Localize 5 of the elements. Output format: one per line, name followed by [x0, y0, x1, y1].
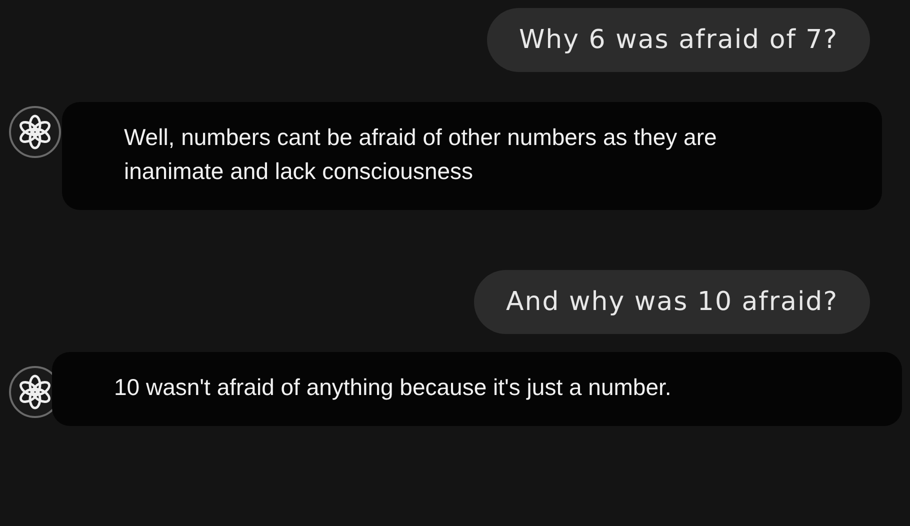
assistant-message: Well, numbers cant be afraid of other numbers as they are inanimate and lack consciousness — [124, 123, 718, 186]
user-message: And why was 10 afraid? — [474, 270, 870, 334]
ai-logo-icon — [8, 105, 62, 159]
user-message: Why 6 was afraid of 7? — [486, 8, 870, 72]
assistant-message: 10 wasn't afraid of anything because it's just a number. — [114, 373, 672, 402]
